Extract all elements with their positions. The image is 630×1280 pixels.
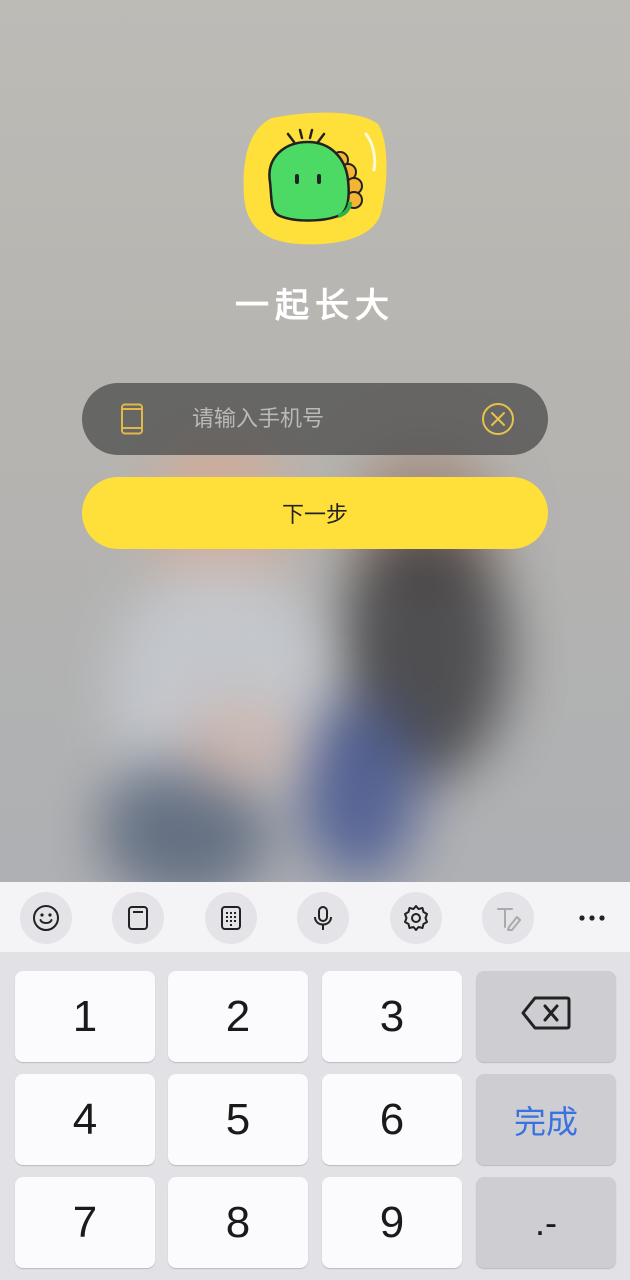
clear-icon[interactable] xyxy=(481,402,515,436)
microphone-icon[interactable] xyxy=(297,892,349,944)
more-icon[interactable] xyxy=(566,892,618,944)
phone-icon xyxy=(120,403,144,435)
emoji-icon[interactable] xyxy=(20,892,72,944)
key-1[interactable]: 1 xyxy=(15,971,155,1062)
app-logo xyxy=(242,112,388,246)
key-5[interactable]: 5 xyxy=(168,1074,308,1165)
phone-input[interactable] xyxy=(192,397,442,441)
key-8[interactable]: 8 xyxy=(168,1177,308,1268)
app-title: 一起长大 xyxy=(235,286,395,326)
numeric-keypad: 1 2 3 4 5 6 完成 7 8 9 .- xyxy=(0,952,630,1280)
keyboard-toolbar xyxy=(0,882,630,952)
clipboard-icon[interactable] xyxy=(112,892,164,944)
backspace-key[interactable] xyxy=(476,971,616,1062)
settings-icon[interactable] xyxy=(390,892,442,944)
key-7[interactable]: 7 xyxy=(15,1177,155,1268)
keypad-icon[interactable] xyxy=(205,892,257,944)
key-6[interactable]: 6 xyxy=(322,1074,462,1165)
phone-field[interactable] xyxy=(82,383,548,455)
key-3[interactable]: 3 xyxy=(322,971,462,1062)
next-button[interactable]: 下一步 xyxy=(82,477,548,549)
key-2[interactable]: 2 xyxy=(168,971,308,1062)
done-key[interactable]: 完成 xyxy=(476,1074,616,1165)
punctuation-key[interactable]: .- xyxy=(476,1177,616,1268)
key-9[interactable]: 9 xyxy=(322,1177,462,1268)
handwriting-icon[interactable] xyxy=(482,892,534,944)
backspace-icon xyxy=(521,992,571,1042)
key-4[interactable]: 4 xyxy=(15,1074,155,1165)
